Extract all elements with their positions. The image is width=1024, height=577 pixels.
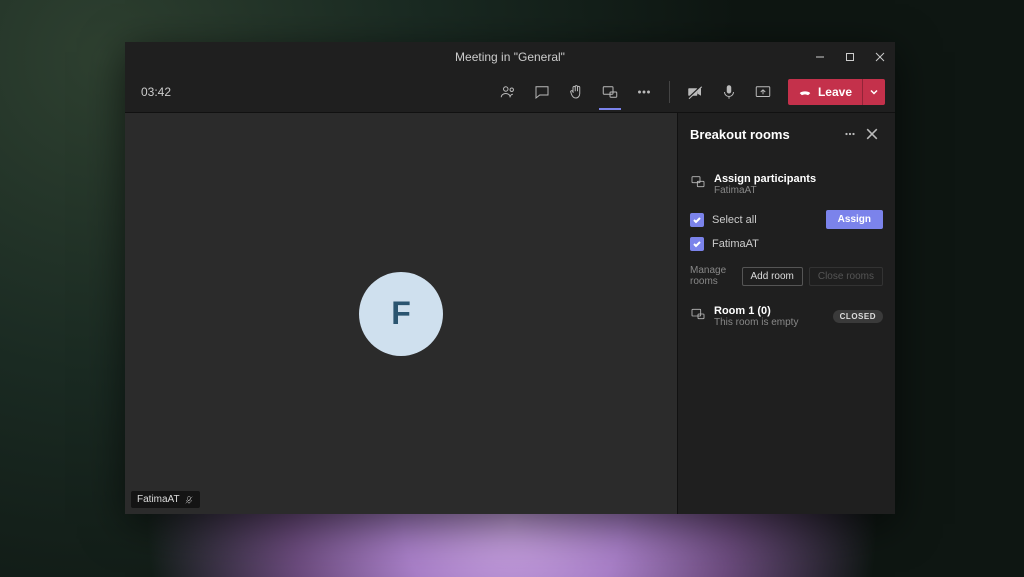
participant-name-badge: FatimaAT — [131, 491, 200, 508]
room-icon — [690, 306, 706, 322]
participant-name: FatimaAT — [137, 494, 180, 505]
window-controls — [805, 42, 895, 72]
room-status-badge: CLOSED — [833, 310, 883, 323]
add-room-button[interactable]: Add room — [742, 267, 803, 286]
assign-title: Assign participants — [714, 173, 883, 185]
participant-row: FatimaAT — [690, 233, 883, 255]
meeting-timer: 03:42 — [135, 85, 171, 99]
leave-button-group: Leave — [788, 79, 885, 105]
manage-rooms-label: Manage rooms — [690, 265, 736, 287]
room-name: Room 1 (0) — [714, 305, 825, 317]
mic-toggle-icon[interactable] — [714, 77, 744, 107]
leave-options-button[interactable] — [862, 79, 885, 105]
avatar-initial: F — [391, 295, 411, 332]
leave-button[interactable]: Leave — [788, 79, 862, 105]
separator — [669, 81, 670, 103]
panel-more-icon[interactable] — [839, 123, 861, 145]
mic-muted-icon — [184, 495, 194, 505]
share-screen-icon[interactable] — [748, 77, 778, 107]
room-subtitle: This room is empty — [714, 317, 825, 328]
minimize-button[interactable] — [805, 42, 835, 72]
assign-participants-header: Assign participants FatimaAT — [690, 173, 883, 196]
more-actions-icon[interactable] — [629, 77, 659, 107]
window-title: Meeting in "General" — [455, 50, 565, 64]
assign-participants-icon — [690, 174, 706, 190]
breakout-rooms-panel: Breakout rooms Assign participants Fatim… — [677, 113, 895, 514]
select-all-label: Select all — [712, 214, 818, 226]
assign-button[interactable]: Assign — [826, 210, 883, 229]
meeting-window: Meeting in "General" 03:42 — [125, 42, 895, 514]
titlebar: Meeting in "General" — [125, 42, 895, 72]
video-stage: F FatimaAT — [125, 113, 677, 514]
panel-close-icon[interactable] — [861, 123, 883, 145]
raise-hand-icon[interactable] — [561, 77, 591, 107]
close-rooms-button: Close rooms — [809, 267, 883, 286]
leave-button-label: Leave — [818, 85, 852, 99]
content-area: F FatimaAT Breakout rooms Assign pa — [125, 113, 895, 514]
breakout-rooms-icon[interactable] — [595, 77, 625, 107]
panel-header: Breakout rooms — [690, 123, 883, 145]
camera-toggle-icon[interactable] — [680, 77, 710, 107]
panel-title: Breakout rooms — [690, 127, 839, 142]
participant-name-label: FatimaAT — [712, 238, 883, 250]
participants-icon[interactable] — [493, 77, 523, 107]
participant-avatar: F — [359, 272, 443, 356]
participant-checkbox[interactable] — [690, 237, 704, 251]
manage-rooms-row: Manage rooms Add room Close rooms — [690, 265, 883, 287]
select-all-row: Select all Assign — [690, 206, 883, 233]
select-all-checkbox[interactable] — [690, 213, 704, 227]
room-row[interactable]: Room 1 (0) This room is empty CLOSED — [690, 305, 883, 328]
maximize-button[interactable] — [835, 42, 865, 72]
close-window-button[interactable] — [865, 42, 895, 72]
meeting-toolbar: 03:42 Leave — [125, 72, 895, 113]
assign-subtitle: FatimaAT — [714, 185, 883, 196]
chat-icon[interactable] — [527, 77, 557, 107]
